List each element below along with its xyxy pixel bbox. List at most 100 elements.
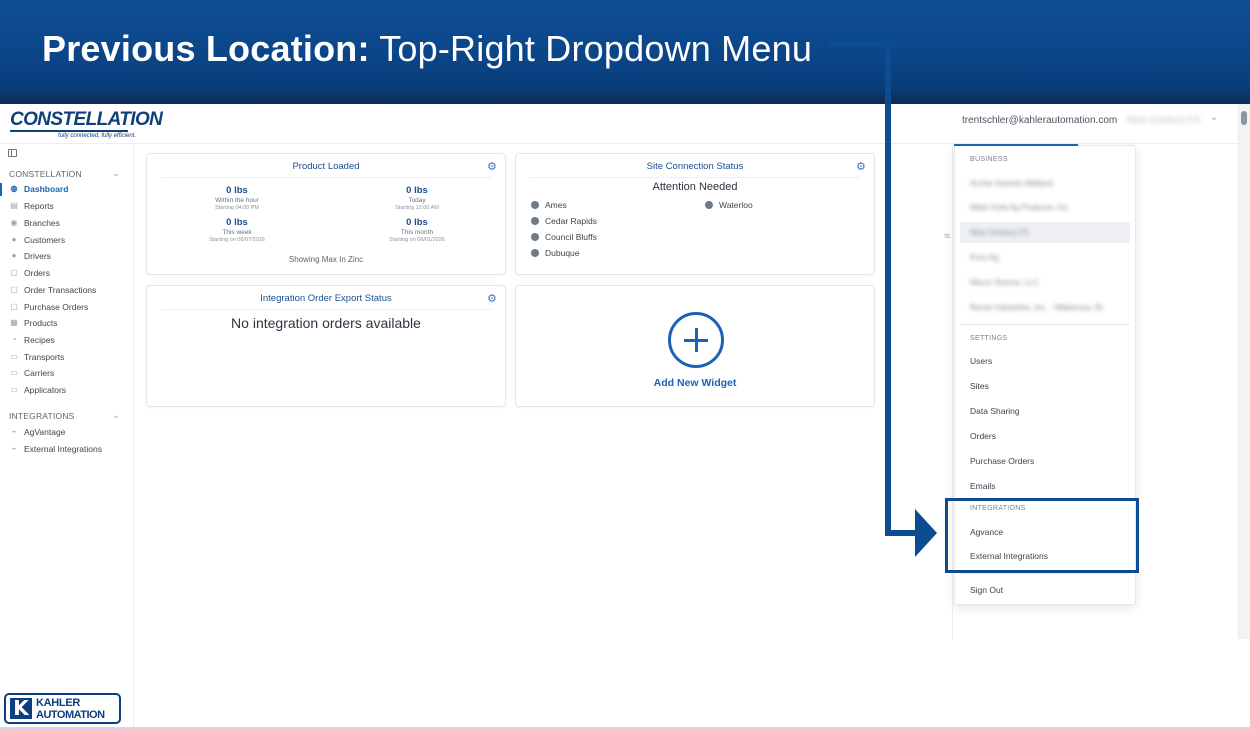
sidebar-item-order-transactions[interactable]: ▢ Order Transactions	[0, 283, 133, 299]
site-status-item: Dubuque	[531, 248, 580, 258]
widget-title: Integration Order Export Status	[260, 293, 392, 304]
business-option[interactable]: Ravon Industries, Inc. - Wakarusa, IN	[970, 303, 1103, 312]
site-name: Council Bluffs	[545, 232, 597, 242]
top-bar: CONSTELLATION fully connected, fully eff…	[0, 104, 1238, 144]
annotation-highlight-box	[945, 498, 1139, 573]
product-loaded-widget: Product Loaded ⚙ 0 lbs Within the hour S…	[146, 153, 506, 275]
dropdown-section-business: BUSINESS	[970, 156, 1008, 163]
sidebar-item-branches[interactable]: ◉ Branches	[0, 216, 133, 232]
site-name: Dubuque	[545, 248, 580, 258]
brand-line-2: AUTOMATION	[36, 709, 105, 721]
scrollbar-thumb[interactable]	[1241, 111, 1247, 125]
metric-month: 0 lbs This month Starting on 06/01/2026	[342, 217, 492, 243]
site-status-item: Ames	[531, 200, 567, 210]
reports-icon: ▤	[10, 201, 18, 210]
sidebar-item-label: Order Transactions	[24, 285, 97, 295]
metric-since: Starting 04:00 PM	[214, 205, 260, 211]
sidebar-section-constellation[interactable]: CONSTELLATION	[9, 169, 82, 179]
divider	[960, 573, 1130, 574]
sidebar: CONSTELLATION ⌄ ◍ Dashboard ▤ Reports ◉ …	[0, 144, 134, 729]
sidebar-item-orders[interactable]: ▢ Orders	[0, 266, 133, 282]
business-option[interactable]: Milan Kota Ag Products, Inc.	[970, 203, 1071, 212]
sidebar-item-purchase-orders[interactable]: ▢ Purchase Orders	[0, 300, 133, 316]
plus-circle-icon[interactable]	[668, 312, 724, 368]
sidebar-item-products[interactable]: ▦ Products	[0, 316, 133, 332]
metric-hour: 0 lbs Within the hour Starting 04:00 PM	[162, 185, 312, 211]
widget-title: Site Connection Status	[646, 161, 744, 172]
menu-item-users[interactable]: Users	[970, 356, 992, 366]
chevron-down-icon[interactable]: ⌄	[1210, 112, 1218, 123]
recipes-icon: ◔	[11, 335, 17, 344]
sidebar-item-applicators[interactable]: ▭ Applicators	[0, 383, 133, 399]
sidebar-item-external-integrations[interactable]: ⌁ External Integrations	[0, 442, 133, 458]
banner-title-strong: Previous Location:	[42, 28, 370, 69]
arrow-head-icon	[915, 509, 937, 557]
annotation-arrow-segment	[885, 530, 919, 536]
add-widget-card[interactable]: Add New Widget	[515, 285, 875, 407]
sidebar-collapse-icon[interactable]	[8, 149, 17, 157]
scrollbar[interactable]	[1238, 104, 1250, 639]
org-name[interactable]: New Century FS	[1127, 115, 1200, 126]
menu-item-sites[interactable]: Sites	[970, 381, 989, 391]
sidebar-item-customers[interactable]: ● Customers	[0, 233, 133, 249]
kahler-automation-logo: K KAHLER AUTOMATION	[4, 693, 121, 724]
brand-line-1: KAHLER	[36, 697, 81, 709]
applicator-icon: ▭	[10, 385, 18, 394]
gear-icon[interactable]: ⚙	[487, 160, 497, 173]
gear-icon[interactable]: ⚙	[487, 292, 497, 305]
business-option[interactable]: Archer Daniels Midland	[970, 179, 1053, 188]
sidebar-item-agvantage[interactable]: ⌁ AgVantage	[0, 425, 133, 441]
business-option[interactable]: Enro Ag	[970, 253, 998, 262]
business-option-selected[interactable]: New Century FS	[970, 228, 1029, 237]
map-pin-icon: ◉	[10, 218, 18, 227]
metric-period: This week	[222, 229, 252, 236]
user-email[interactable]: trentschler@kahlerautomation.com	[962, 115, 1117, 126]
menu-item-purchase-orders[interactable]: Purchase Orders	[970, 456, 1034, 466]
metric-period: This month	[400, 229, 434, 236]
metric-today: 0 lbs Today Starting 12:00 AM	[342, 185, 492, 211]
sidebar-item-label: AgVantage	[24, 427, 66, 437]
sidebar-item-recipes[interactable]: ◔ Recipes	[0, 333, 133, 349]
sidebar-item-label: External Integrations	[24, 444, 102, 454]
site-status-item: Waterloo	[705, 200, 753, 210]
dashboard-icon: ◍	[10, 184, 18, 193]
add-widget-label[interactable]: Add New Widget	[516, 377, 874, 389]
attention-heading: Attention Needed	[652, 181, 738, 193]
empty-message: No integration orders available	[231, 315, 421, 331]
status-dot-icon	[705, 201, 713, 209]
menu-item-sign-out[interactable]: Sign Out	[970, 585, 1003, 595]
menu-item-data-sharing[interactable]: Data Sharing	[970, 406, 1020, 416]
sidebar-item-label: Products	[24, 318, 58, 328]
gear-icon[interactable]: ⚙	[856, 160, 866, 173]
sidebar-item-carriers[interactable]: ▭ Carriers	[0, 366, 133, 382]
sidebar-item-label: Customers	[24, 235, 66, 245]
sidebar-item-dashboard[interactable]: ◍ Dashboard	[0, 182, 133, 198]
constellation-logo[interactable]: CONSTELLATION fully connected, fully eff…	[10, 110, 163, 140]
metric-period: Within the hour	[215, 197, 259, 204]
plug-icon: ⌁	[11, 444, 17, 453]
chevron-down-icon[interactable]: ⌄	[112, 168, 120, 179]
sidebar-item-reports[interactable]: ▤ Reports	[0, 199, 133, 215]
menu-item-emails[interactable]: Emails	[970, 481, 996, 491]
widget-footnote: Showing Max In Zinc	[288, 255, 364, 264]
metric-value: 0 lbs	[406, 217, 428, 228]
business-option[interactable]: Macro Source, LLC	[970, 278, 1039, 287]
dropdown-accent-bar	[954, 144, 1078, 146]
products-icon: ▦	[10, 318, 18, 327]
menu-item-orders[interactable]: Orders	[970, 431, 996, 441]
sidebar-item-label: Orders	[24, 268, 50, 278]
sidebar-item-drivers[interactable]: ● Drivers	[0, 249, 133, 265]
chevron-down-icon[interactable]: ⌄	[112, 410, 120, 421]
logo-tagline: fully connected, fully efficient.	[58, 133, 137, 139]
divider	[161, 309, 491, 310]
status-dot-icon	[531, 201, 539, 209]
sidebar-section-integrations[interactable]: INTEGRATIONS	[9, 411, 75, 421]
drivers-icon: ●	[11, 251, 17, 260]
sidebar-item-label: Dashboard	[24, 184, 69, 194]
metric-since: Starting on 06/07/2026	[209, 237, 265, 243]
sidebar-item-transports[interactable]: ▭ Transports	[0, 350, 133, 366]
banner-title: Previous Location: Top-Right Dropdown Me…	[42, 28, 812, 70]
metric-value: 0 lbs	[406, 185, 428, 196]
site-name: Waterloo	[719, 200, 753, 210]
truck-icon: ▭	[10, 352, 18, 361]
